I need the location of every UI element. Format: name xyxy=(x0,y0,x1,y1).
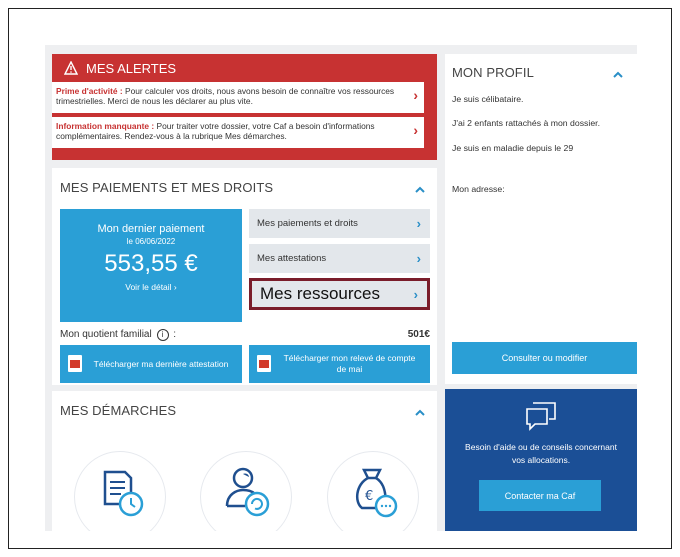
download-attestation-button[interactable]: Télécharger ma dernière attestation xyxy=(60,345,242,383)
payments-panel: MES PAIEMENTS ET MES DROITS Mon dernier … xyxy=(52,168,437,385)
chevron-up-icon[interactable] xyxy=(415,182,425,196)
chevron-up-icon[interactable] xyxy=(613,67,623,81)
chevron-right-icon: › xyxy=(413,87,418,103)
profile-address: Mon adresse: xyxy=(452,184,505,194)
alert-prime-activite[interactable]: Prime d'activité : Pour calculer vos dro… xyxy=(52,82,424,113)
demarche-tile-documents[interactable] xyxy=(74,451,166,531)
pdf-icon xyxy=(68,355,82,372)
profile-illness: Je suis en maladie depuis le 29 xyxy=(452,143,574,153)
section-title: MES DÉMARCHES xyxy=(60,403,177,418)
svg-text:€: € xyxy=(365,489,373,504)
user-refresh-icon xyxy=(225,467,270,517)
document-clock-icon xyxy=(103,470,144,517)
chat-bubble-icon xyxy=(526,402,556,431)
profile-situation: Je suis célibataire. xyxy=(452,94,524,104)
demarche-tile-profil[interactable] xyxy=(200,451,292,531)
download-label: Télécharger ma dernière attestation xyxy=(93,358,229,369)
help-text: Besoin d'aide ou de conseils concernant … xyxy=(465,442,617,465)
help-panel: Besoin d'aide ou de conseils concernant … xyxy=(445,389,637,531)
payment-detail-link[interactable]: Voir le détail › xyxy=(60,282,242,292)
link-ressources[interactable]: Mes ressources › xyxy=(249,278,430,310)
contact-caf-button[interactable]: Contacter ma Caf xyxy=(479,480,601,511)
payment-date: le 06/06/2022 xyxy=(126,237,176,246)
payment-amount: 553,55 € xyxy=(104,250,198,277)
quotient-value: 501€ xyxy=(407,329,430,340)
chevron-right-icon: › xyxy=(413,122,418,138)
link-attestations[interactable]: Mes attestations › xyxy=(249,244,430,273)
alerts-header: MES ALERTES xyxy=(52,54,437,82)
profile-children: J'ai 2 enfants rattachés à mon dossier. xyxy=(452,118,600,128)
link-label: Mes ressources xyxy=(260,284,380,303)
payment-label: Mon dernier paiement xyxy=(97,223,205,235)
quotient-familial: Mon quotient familial i : 501€ xyxy=(60,329,430,341)
quotient-label: Mon quotient familial xyxy=(60,329,152,340)
last-payment-card[interactable]: Mon dernier paiement le 06/06/2022 553,5… xyxy=(60,209,242,322)
download-label: Télécharger mon relevé de compte de mai xyxy=(283,353,416,374)
quotient-colon: : xyxy=(170,329,177,340)
screenshot-frame: MES ALERTES Prime d'activité : Pour calc… xyxy=(8,8,672,549)
consult-modify-button[interactable]: Consulter ou modifier xyxy=(452,342,637,374)
money-bag-chat-icon: € xyxy=(355,468,398,518)
alert-information-manquante[interactable]: Information manquante : Pour traiter vot… xyxy=(52,117,424,148)
warning-icon xyxy=(64,61,78,75)
demarche-tile-allocations[interactable]: € xyxy=(327,451,419,531)
link-label: Mes paiements et droits xyxy=(257,218,358,229)
caf-dashboard: MES ALERTES Prime d'activité : Pour calc… xyxy=(45,45,637,531)
alert-label: Information manquante : xyxy=(56,121,155,131)
chevron-right-icon: › xyxy=(413,286,418,302)
section-title: MON PROFIL xyxy=(452,65,534,80)
alert-label: Prime d'activité : xyxy=(56,86,123,96)
info-icon[interactable]: i xyxy=(156,329,169,341)
link-paiements-droits[interactable]: Mes paiements et droits › xyxy=(249,209,430,238)
chevron-right-icon: › xyxy=(416,216,421,231)
chevron-up-icon[interactable] xyxy=(415,405,425,419)
download-releve-button[interactable]: Télécharger mon relevé de compte de mai xyxy=(249,345,430,383)
alerts-title: MES ALERTES xyxy=(86,60,177,76)
pdf-icon xyxy=(257,355,271,372)
profile-panel: MON PROFIL Je suis célibataire. J'ai 2 e… xyxy=(445,54,637,384)
link-label: Mes attestations xyxy=(257,253,327,264)
demarches-panel: MES DÉMARCHES € xyxy=(52,391,437,531)
chevron-right-icon: › xyxy=(416,251,421,266)
section-title: MES PAIEMENTS ET MES DROITS xyxy=(60,180,274,195)
